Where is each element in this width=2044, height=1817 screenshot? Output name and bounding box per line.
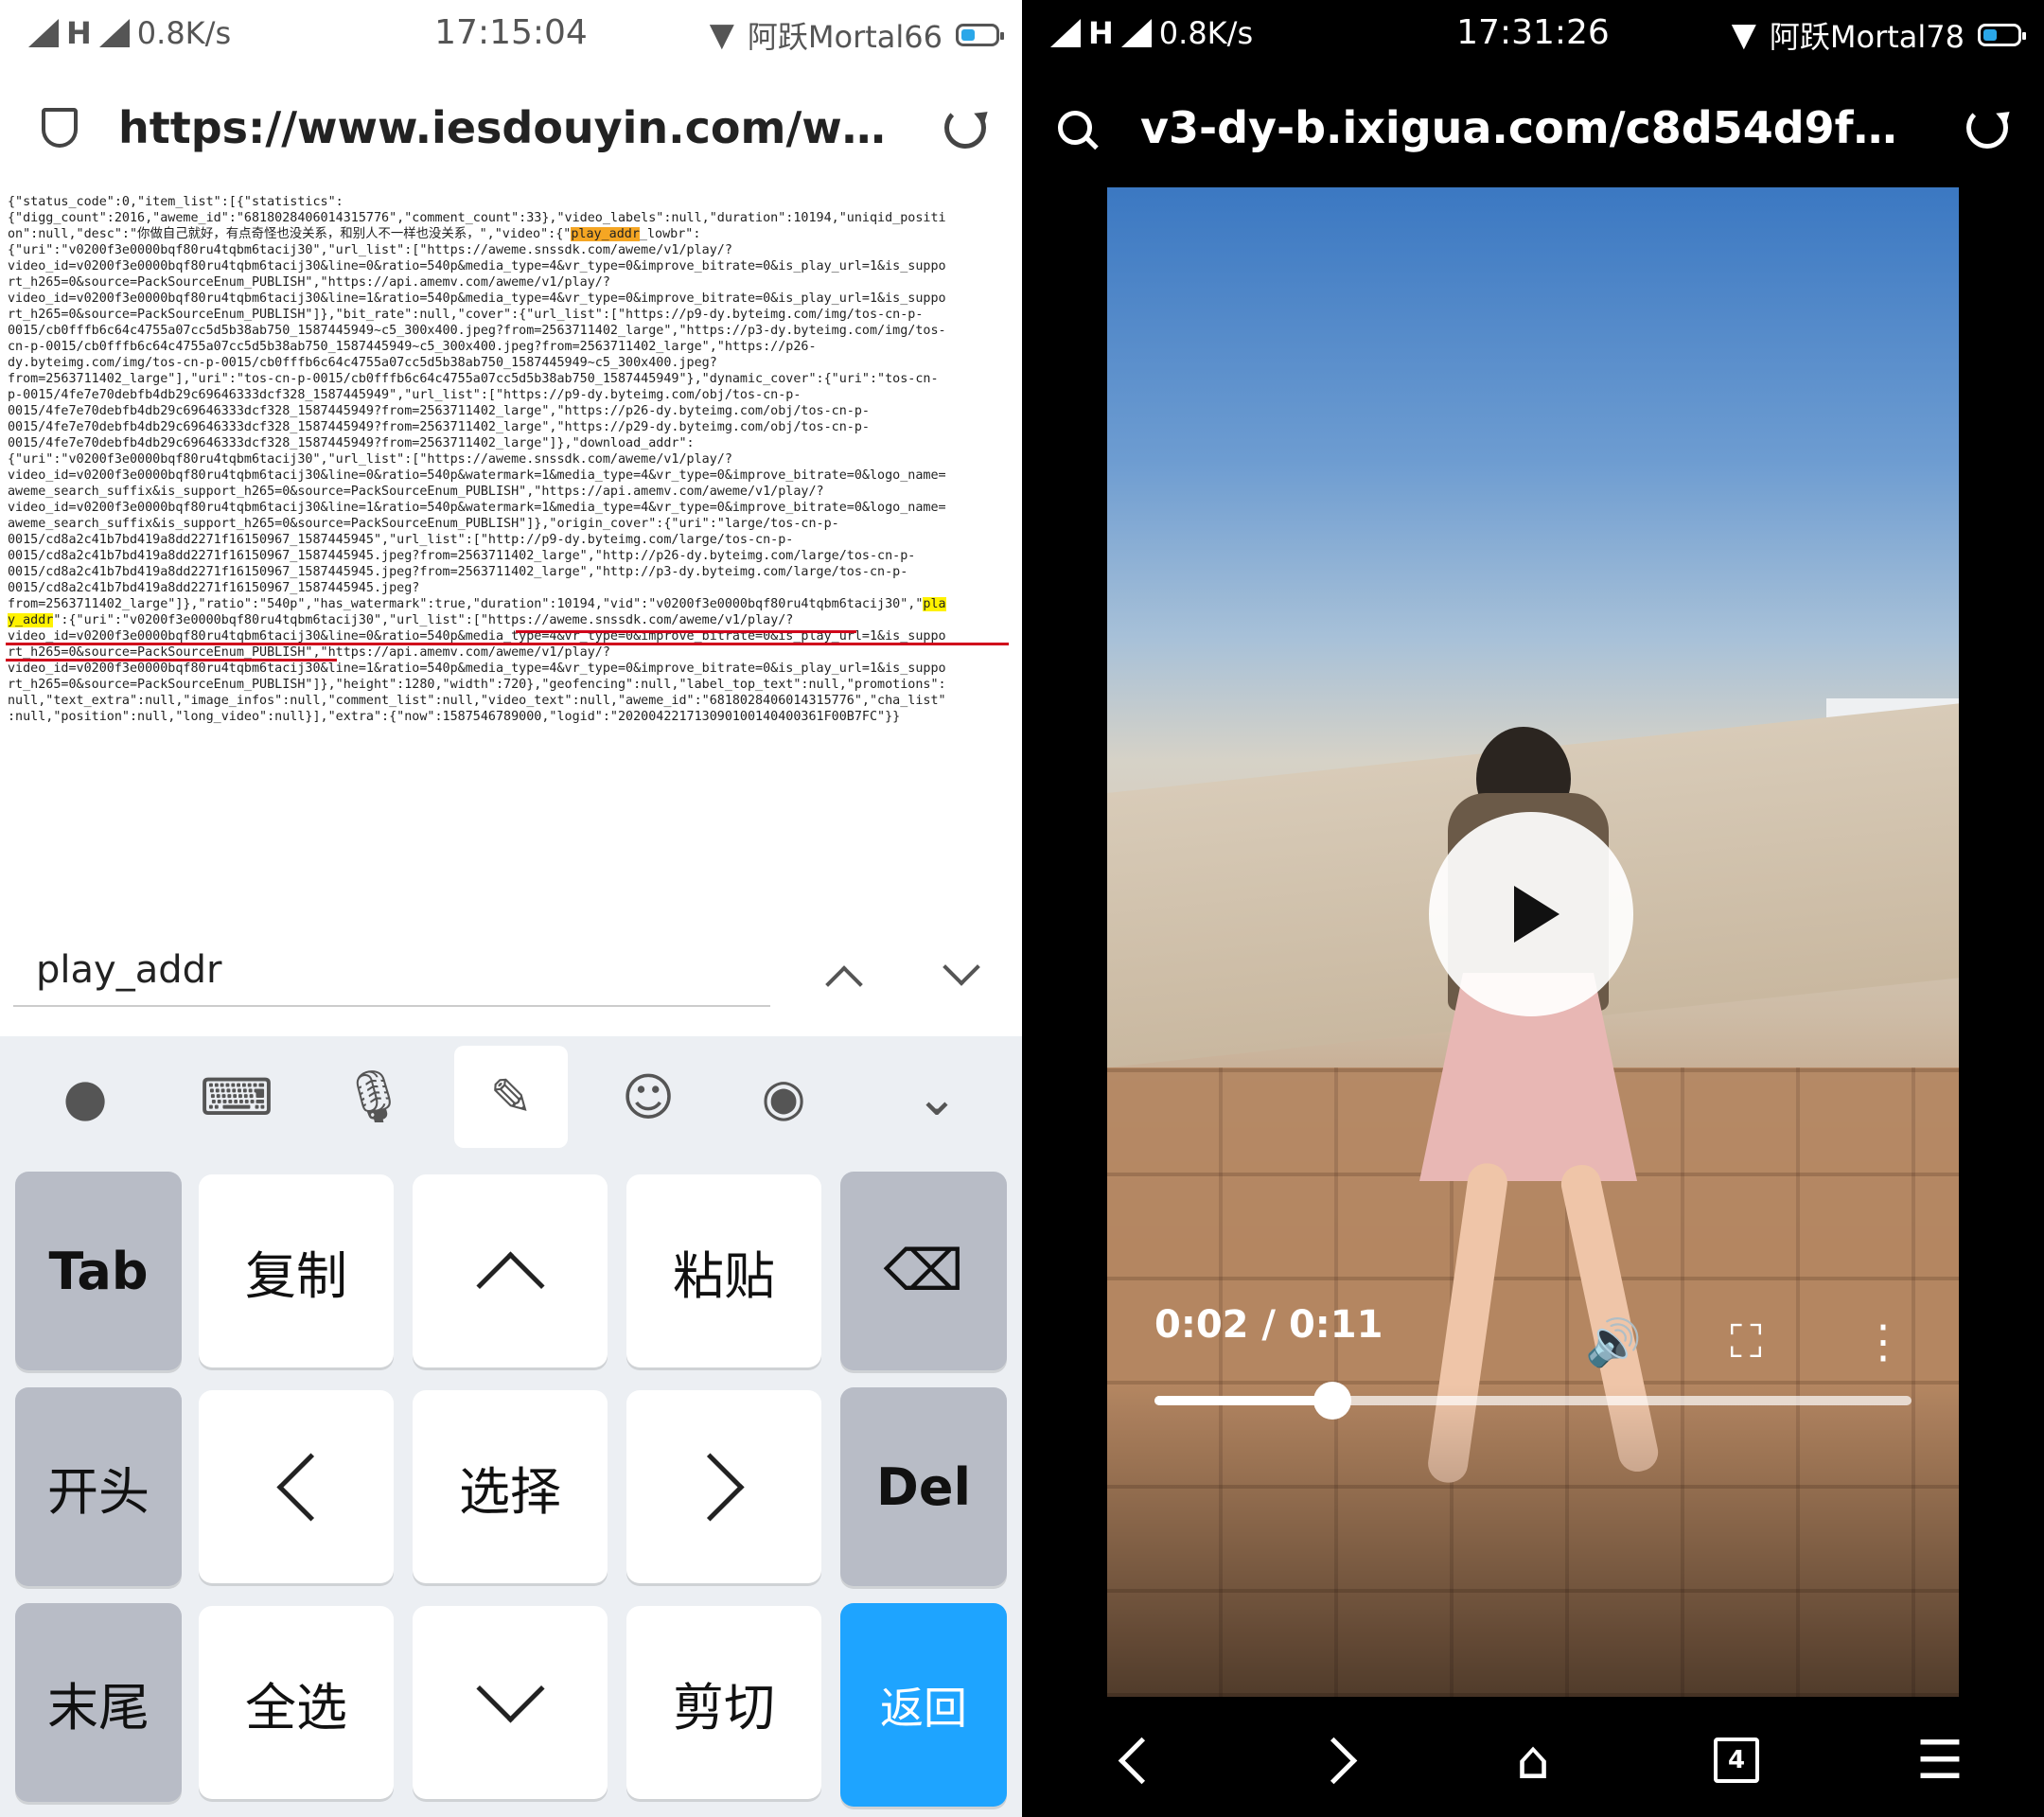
wifi-icon: ▼ — [1731, 16, 1756, 54]
wifi-icon: ▼ — [709, 16, 734, 54]
play-button[interactable] — [1429, 812, 1633, 1016]
json-text-part: _lowbr": {"uri":"v0200f3e0000bqf80ru4tqb… — [8, 227, 946, 611]
arrow-right-icon — [675, 1452, 745, 1522]
tab-key[interactable]: Tab — [15, 1172, 182, 1370]
more-options-icon[interactable]: ⋮ — [1855, 1314, 1912, 1370]
home-icon[interactable]: ⌂ — [1495, 1722, 1571, 1798]
up-key[interactable] — [413, 1174, 608, 1367]
address-bar[interactable]: https://www.iesdouyin.com/web/api... — [0, 85, 1022, 170]
keyboard: ● ⌨ 🎙 ✎ ☺ ◉ ⌄ Tab 复制 粘贴 ⌫ 开头 选择 Del 末尾 全… — [0, 1036, 1022, 1817]
home-key[interactable]: 开头 — [15, 1387, 182, 1586]
right-key[interactable] — [626, 1390, 821, 1583]
arrow-down-icon — [475, 1653, 545, 1723]
red-underline — [6, 643, 1009, 645]
address-bar[interactable]: v3-dy-b.ixigua.com/c8d54d9f99e18... — [1022, 85, 2044, 170]
edit-icon[interactable]: ✎ — [454, 1046, 568, 1148]
reload-icon[interactable] — [944, 107, 986, 149]
down-key[interactable] — [413, 1606, 608, 1799]
select-all-key[interactable]: 全选 — [199, 1606, 394, 1799]
backspace-icon: ⌫ — [883, 1238, 964, 1304]
keyboard-icon[interactable]: ⌨ — [180, 1046, 293, 1148]
status-bar: H 0.8K/s 17:15:04 ▼ 阿跃Mortal66 — [0, 0, 1022, 66]
playback-time: 0:02 / 0:11 — [1154, 1303, 1383, 1347]
volume-icon[interactable]: 🔊 — [1585, 1314, 1642, 1370]
select-key[interactable]: 选择 — [413, 1390, 608, 1583]
forward-icon[interactable] — [1301, 1722, 1377, 1798]
find-match-current: play_addr — [571, 227, 640, 241]
arrow-left-icon — [275, 1452, 345, 1522]
progress-bar[interactable] — [1154, 1382, 1912, 1420]
battery-icon — [956, 24, 1004, 46]
red-underline — [6, 659, 337, 662]
bottom-nav: ⌂ 4 ☰ — [1022, 1703, 2044, 1817]
del-key[interactable]: Del — [840, 1387, 1007, 1586]
left-phone-screen: H 0.8K/s 17:15:04 ▼ 阿跃Mortal66 https://w… — [0, 0, 1022, 1817]
progress-filled — [1154, 1396, 1332, 1405]
red-underline — [516, 630, 856, 633]
left-key[interactable] — [199, 1390, 394, 1583]
copy-key[interactable]: 复制 — [199, 1174, 394, 1367]
microphone-icon[interactable]: 🎙 — [317, 1046, 431, 1148]
search-icon — [1058, 111, 1092, 145]
battery-icon — [1978, 24, 2026, 46]
url-text[interactable]: https://www.iesdouyin.com/web/api... — [118, 102, 899, 153]
find-underline — [13, 1005, 770, 1007]
tab-count: 4 — [1714, 1738, 1759, 1783]
find-bar: play_addr — [0, 937, 1022, 1013]
cut-key[interactable]: 剪切 — [626, 1606, 821, 1799]
video-player[interactable]: 0:02 / 0:11 🔊 ⛶ ⋮ — [1107, 187, 1959, 1697]
find-next-icon[interactable] — [943, 948, 980, 986]
status-right: ▼ 阿跃Mortal78 — [1731, 13, 2026, 57]
json-text-part: {"status_code":0,"item_list":[{"statisti… — [8, 195, 946, 241]
fullscreen-icon[interactable]: ⛶ — [1718, 1314, 1774, 1370]
controls-shade — [1107, 1385, 1959, 1697]
menu-icon[interactable]: ☰ — [1902, 1722, 1978, 1798]
status-right: ▼ 阿跃Mortal66 — [709, 13, 1004, 57]
keyboard-toolbar: ● ⌨ 🎙 ✎ ☺ ◉ ⌄ — [0, 1036, 1022, 1159]
return-key[interactable]: 返回 — [840, 1603, 1007, 1807]
arrow-up-icon — [475, 1250, 545, 1320]
shield-icon — [42, 108, 78, 148]
right-phone-screen: H 0.8K/s 17:31:26 ▼ 阿跃Mortal78 v3-dy-b.i… — [1022, 0, 2044, 1817]
find-input[interactable]: play_addr — [36, 948, 221, 992]
progress-thumb[interactable] — [1313, 1382, 1351, 1420]
emoji-icon[interactable]: ☺ — [591, 1046, 705, 1148]
apple-logo-icon[interactable]: ● — [28, 1046, 142, 1148]
end-key[interactable]: 末尾 — [15, 1603, 182, 1802]
backspace-key[interactable]: ⌫ — [840, 1172, 1007, 1370]
mascot-icon[interactable]: ◉ — [727, 1046, 840, 1148]
reload-icon[interactable] — [1966, 107, 2008, 149]
tabs-button[interactable]: 4 — [1699, 1722, 1774, 1798]
carrier-name: 阿跃Mortal78 — [1769, 19, 1965, 55]
find-prev-icon[interactable] — [825, 965, 863, 1003]
back-icon[interactable] — [1098, 1722, 1173, 1798]
url-text[interactable]: v3-dy-b.ixigua.com/c8d54d9f99e18... — [1140, 102, 1921, 153]
carrier-name: 阿跃Mortal66 — [747, 19, 943, 55]
paste-key[interactable]: 粘贴 — [626, 1174, 821, 1367]
status-bar: H 0.8K/s 17:31:26 ▼ 阿跃Mortal78 — [1022, 0, 2044, 66]
collapse-keyboard-icon[interactable]: ⌄ — [880, 1046, 994, 1148]
